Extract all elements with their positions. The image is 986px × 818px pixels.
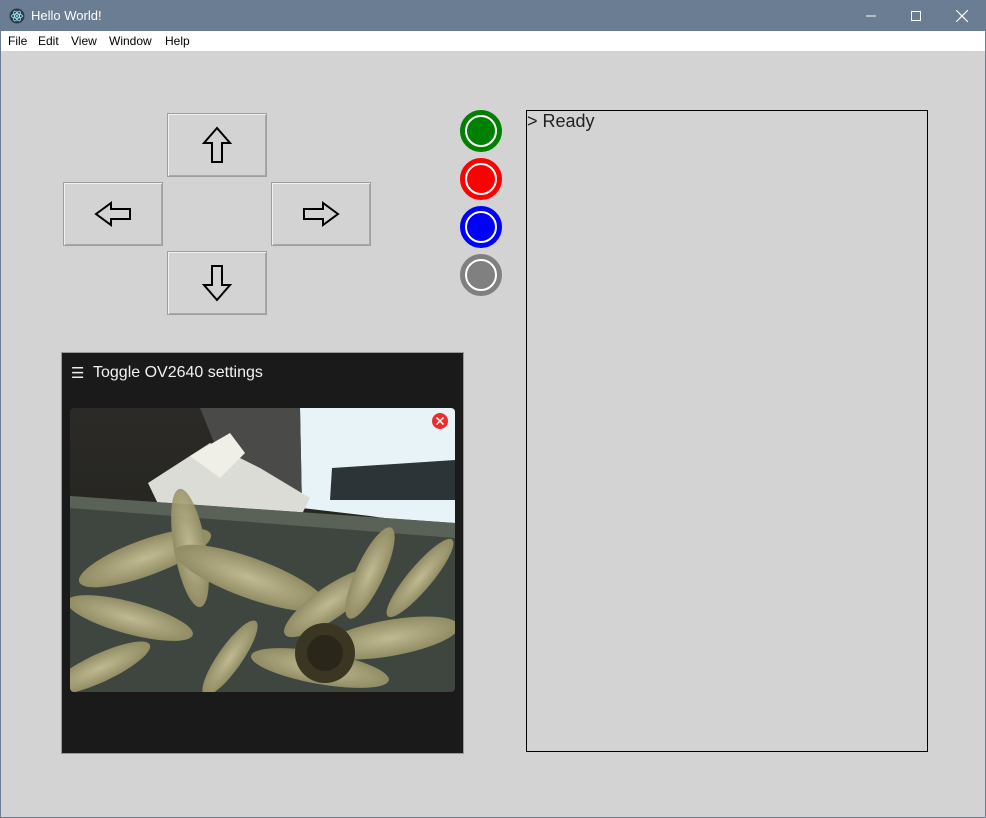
title-bar[interactable]: Hello World!	[1, 1, 985, 31]
blue-indicator[interactable]	[460, 206, 502, 248]
arrow-down-icon	[202, 265, 232, 302]
menu-file[interactable]: File	[8, 34, 27, 48]
menu-window[interactable]: Window	[109, 34, 152, 48]
electron-app-icon	[9, 8, 25, 24]
gray-indicator[interactable]	[460, 254, 502, 296]
maximize-icon	[911, 11, 921, 21]
close-window-button[interactable]	[939, 1, 985, 31]
menu-help[interactable]: Help	[165, 34, 190, 48]
arrow-left-icon	[94, 201, 131, 227]
arrow-up-icon	[202, 126, 232, 163]
camera-panel: ☰ Toggle OV2640 settings	[61, 352, 464, 754]
console-line: > Ready	[527, 111, 595, 131]
up-button[interactable]	[167, 113, 267, 177]
maximize-button[interactable]	[893, 1, 939, 31]
close-icon	[956, 10, 968, 22]
red-indicator[interactable]	[460, 158, 502, 200]
arrow-right-icon	[303, 201, 340, 227]
client-area: > Ready ☰ Toggle OV2640 settings	[1, 51, 985, 817]
camera-stream	[70, 408, 455, 692]
hamburger-menu-icon[interactable]: ☰	[71, 364, 84, 382]
menu-edit[interactable]: Edit	[38, 34, 59, 48]
right-button[interactable]	[271, 182, 371, 246]
camera-frame-image	[70, 408, 455, 692]
close-stream-button[interactable]	[432, 413, 448, 429]
close-icon	[436, 417, 444, 425]
minimize-icon	[866, 15, 876, 17]
minimize-button[interactable]	[848, 1, 894, 31]
window-title: Hello World!	[31, 8, 102, 23]
left-button[interactable]	[63, 182, 163, 246]
app-window: Hello World! File Edit View Window Help	[0, 0, 986, 818]
menu-bar: File Edit View Window Help	[1, 31, 985, 51]
console-panel: > Ready	[526, 110, 928, 752]
green-indicator[interactable]	[460, 110, 502, 152]
menu-view[interactable]: View	[71, 34, 97, 48]
down-button[interactable]	[167, 251, 267, 315]
toggle-settings-label[interactable]: Toggle OV2640 settings	[93, 364, 263, 382]
